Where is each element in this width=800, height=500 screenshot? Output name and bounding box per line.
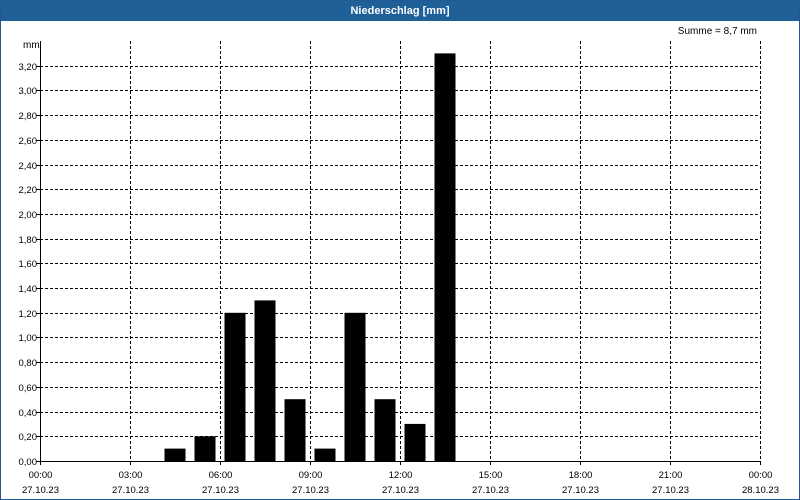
x-tick-labels: 00:00 27.10.23 03:00 27.10.23 06:00 27.10.23 0…	[22, 470, 779, 496]
x-tick-time: 12:00	[389, 470, 413, 481]
grid-lines	[40, 41, 761, 461]
x-tick-time: 00:00	[749, 470, 773, 481]
bar	[344, 312, 366, 461]
x-tick-date: 27.10.23	[292, 485, 329, 496]
x-tick-date: 27.10.23	[562, 485, 599, 496]
bar	[314, 448, 336, 461]
x-tick-date: 27.10.23	[112, 485, 149, 496]
y-tick-label: 2,40	[19, 161, 38, 172]
x-tick-time: 18:00	[569, 470, 593, 481]
bar	[284, 399, 306, 461]
y-tick-label: 2,20	[19, 185, 38, 196]
bar	[404, 423, 426, 461]
y-tick-label: 2,60	[19, 136, 38, 147]
y-tick-label: 2,00	[19, 210, 38, 221]
x-tick-date: 27.10.23	[472, 485, 509, 496]
x-tick-date: 27.10.23	[22, 485, 59, 496]
x-tick-date: 27.10.23	[382, 485, 419, 496]
precipitation-bar-chart: 0,00 0,20 0,40 0,60 0,80 1,00 1,20 1,40 1,60 1,80…	[19, 41, 779, 496]
bar	[224, 312, 246, 461]
y-tick-label: 1,60	[19, 259, 38, 270]
y-tick-label: 0,80	[19, 358, 38, 369]
y-tick-label: 1,80	[19, 235, 38, 246]
x-tick-time: 09:00	[299, 470, 323, 481]
x-tick-time: 15:00	[479, 470, 503, 481]
x-tick-date: 28.10.23	[742, 485, 779, 496]
bar	[374, 399, 396, 461]
y-tick-labels: 0,00 0,20 0,40 0,60 0,80 1,00 1,20 1,40 1,60 1,80…	[19, 62, 38, 468]
y-tick-label: 0,20	[19, 432, 38, 443]
bar	[194, 436, 216, 461]
y-tick-label: 2,80	[19, 111, 38, 122]
bar	[434, 53, 456, 462]
x-tick-date: 27.10.23	[652, 485, 689, 496]
x-tick-time: 21:00	[659, 470, 683, 481]
axes	[36, 41, 761, 465]
x-tick-time: 06:00	[209, 470, 233, 481]
x-tick-time: 03:00	[119, 470, 143, 481]
y-tick-label: 1,40	[19, 284, 38, 295]
y-tick-label: 1,20	[19, 309, 38, 320]
y-tick-label: 3,00	[19, 86, 38, 97]
x-tick-date: 27.10.23	[202, 485, 239, 496]
y-tick-label: 0,60	[19, 383, 38, 394]
y-tick-label: 0,40	[19, 408, 38, 419]
y-tick-label: 0,00	[19, 457, 38, 468]
chart-window: Niederschlag [mm] Summe = 8,7 mm mm 0,00…	[0, 0, 800, 500]
bar	[164, 448, 186, 461]
y-tick-label: 3,20	[19, 62, 38, 73]
bar	[254, 300, 276, 461]
x-tick-time: 00:00	[29, 470, 53, 481]
y-tick-label: 1,00	[19, 333, 38, 344]
